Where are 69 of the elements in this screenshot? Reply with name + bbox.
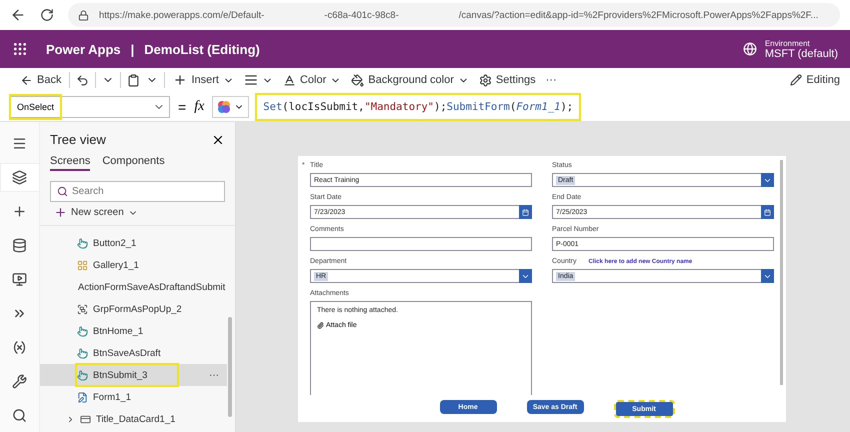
more-button[interactable]: ··· [544,74,559,86]
tree-item[interactable]: Gallery1_1 [40,254,227,276]
more-icon[interactable]: ··· [209,370,219,380]
fx-label: fx [194,98,204,114]
reload-icon[interactable] [40,8,54,22]
tree-item[interactable]: BtnSubmit_3 ··· [40,364,227,386]
settings-icon [478,74,492,86]
tree-item[interactable]: Button2_1 [40,232,227,254]
globe-icon [742,42,757,56]
product-name: Power Apps [46,42,121,56]
property-dropdown[interactable]: OnSelect [10,96,170,118]
equals-sign: = [178,98,186,114]
tab[interactable]: Components [102,155,165,171]
group-icon [77,304,88,314]
panel-title: Tree view [50,132,106,147]
layers-icon[interactable] [0,164,38,191]
clipboard-icon[interactable] [127,74,140,86]
address-bar[interactable]: https://make.powerapps.com/e/Default- -c68a-401c-98c8- /canvas/?action=edit&app-id=%2Fproviders%2FMicrosoft.PowerApps%2Fapps%2F... [68,3,840,27]
search-input[interactable]: Search [72,183,218,200]
chevron-down-icon [519,269,532,283]
paint-bucket-icon [351,74,364,86]
text-field[interactable] [310,237,532,251]
environment-label: Environment [764,38,811,48]
tree-item[interactable]: Form1_1 [40,386,227,408]
lines-icon [244,73,258,87]
plus-icon [173,73,188,87]
new-screen-button[interactable]: New screen [40,204,235,221]
calendar-icon [522,208,529,216]
copilot-button[interactable] [212,96,250,118]
calendar-button[interactable] [519,205,532,219]
editing-button[interactable]: Editing [788,74,842,86]
search-icon [57,186,68,197]
tab[interactable]: Screens [50,155,90,171]
form-icon [77,392,88,402]
back-icon [20,74,33,86]
search-field[interactable]: Search [50,181,225,202]
chevron-down-icon [761,173,774,187]
url-text: -c68a-401c-98c8- [324,10,399,20]
expand-icon[interactable] [66,414,75,424]
settings-button[interactable]: Settings [476,74,538,86]
undo-icon[interactable] [76,74,90,86]
tree-item[interactable]: BtnHome_1 [40,320,227,342]
calendar-icon [764,208,771,216]
app-title: DemoList (Editing) [144,42,260,56]
copilot-icon [217,100,232,114]
lock-icon [78,10,89,20]
gallery-icon [77,260,88,270]
back-icon[interactable] [10,7,26,23]
tree-item[interactable]: ActionFormSaveAsDraftandSubmit [40,276,227,298]
plus-icon [54,206,67,219]
url-text: /canvas/?action=edit&app-id=%2Fproviders%2FMicrosoft.PowerApps%2Fapps%2F... [458,10,818,20]
pencil-icon [790,74,802,86]
calendar-button[interactable] [761,205,774,219]
background-color-button[interactable]: Background color [349,74,471,86]
environment-name[interactable]: MSFT (default) [764,48,838,60]
url-text: https://make.powerapps.com/e/Default- [99,10,264,20]
insert-button[interactable]: Insert [171,73,236,87]
back-button[interactable]: Back [18,74,64,86]
color-button[interactable]: Color [280,74,344,86]
text-color-icon [282,74,296,86]
card-icon [80,414,91,424]
tree-item[interactable]: GrpFormAsPopUp_2 [40,298,227,320]
tree-item[interactable]: BtnSaveAsDraft [40,342,227,364]
formula-text[interactable]: Set(locIsSubmit,"Mandatory");SubmitForm(Form1_1); [257,94,580,118]
tree-item[interactable]: Title_DataCard1_1 [40,408,227,430]
chevron-down-icon [761,269,774,283]
separator: | [130,42,134,56]
paperclip-icon [317,322,324,329]
app-launcher-icon[interactable] [12,41,28,57]
